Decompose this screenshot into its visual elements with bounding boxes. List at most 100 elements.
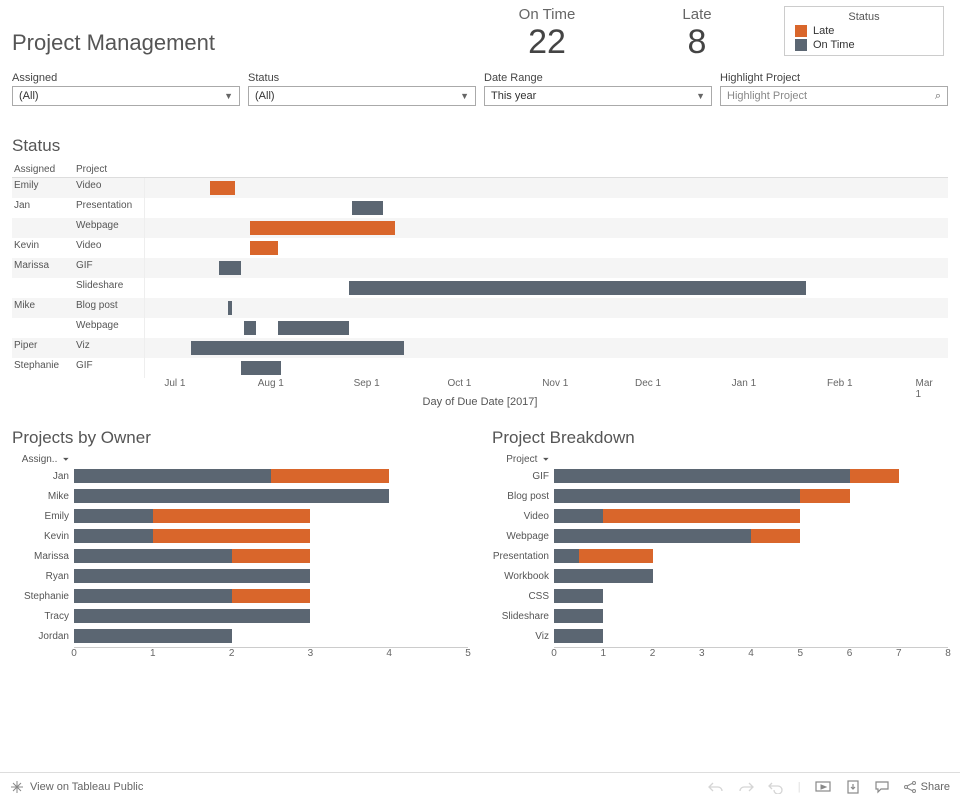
gantt-bar[interactable] bbox=[191, 341, 404, 355]
bar-segment-on-time[interactable] bbox=[74, 529, 153, 543]
legend-label-late: Late bbox=[813, 25, 834, 37]
gantt-bar[interactable] bbox=[278, 321, 349, 335]
bar-row[interactable]: Presentation bbox=[492, 547, 948, 565]
gantt-row-project: Presentation bbox=[74, 198, 144, 218]
bar-segment-late[interactable] bbox=[153, 529, 311, 543]
bar-segment-on-time[interactable] bbox=[554, 489, 800, 503]
slideshow-icon[interactable] bbox=[815, 780, 831, 794]
bar-segment-on-time[interactable] bbox=[554, 549, 579, 563]
bar-row[interactable]: CSS bbox=[492, 587, 948, 605]
gantt-row[interactable]: PiperViz bbox=[12, 338, 948, 358]
bar-category: Jan bbox=[12, 471, 74, 482]
bar-row[interactable]: Emily bbox=[12, 507, 468, 525]
bar-segment-on-time[interactable] bbox=[74, 609, 310, 623]
sort-desc-icon: ⏷ bbox=[540, 455, 549, 464]
gantt-bar[interactable] bbox=[244, 321, 256, 335]
owners-col: Assign.. ⏷ bbox=[12, 454, 74, 465]
gantt-row[interactable]: KevinVideo bbox=[12, 238, 948, 258]
bar-segment-late[interactable] bbox=[271, 469, 389, 483]
comment-icon[interactable] bbox=[875, 780, 889, 794]
bar-row[interactable]: Mike bbox=[12, 487, 468, 505]
view-on-tableau-link[interactable]: View on Tableau Public bbox=[10, 780, 143, 794]
highlight-project-search[interactable]: Highlight Project ⌕ bbox=[720, 86, 948, 106]
owners-chart[interactable]: Jan Mike Emily Kevin Marissa Ryan Stephanie Tra… bbox=[12, 467, 468, 645]
filter-daterange-dropdown[interactable]: This year ▼ bbox=[484, 86, 712, 106]
bar-segment-on-time[interactable] bbox=[74, 589, 232, 603]
bar-row[interactable]: Slideshare bbox=[492, 607, 948, 625]
gantt-bar[interactable] bbox=[250, 221, 395, 235]
bar-row[interactable]: Tracy bbox=[12, 607, 468, 625]
bar-row[interactable]: Stephanie bbox=[12, 587, 468, 605]
bar-row[interactable]: Ryan bbox=[12, 567, 468, 585]
bar-segment-on-time[interactable] bbox=[554, 629, 603, 643]
gantt-row[interactable]: MikeBlog post bbox=[12, 298, 948, 318]
gantt-bar[interactable] bbox=[228, 301, 231, 315]
reset-icon[interactable] bbox=[768, 780, 784, 794]
download-icon[interactable] bbox=[845, 780, 861, 794]
bar-segment-on-time[interactable] bbox=[74, 489, 389, 503]
bar-segment-on-time[interactable] bbox=[74, 629, 232, 643]
bar-segment-on-time[interactable] bbox=[74, 469, 271, 483]
axis-tick: Dec 1 bbox=[635, 378, 661, 389]
bar-category: CSS bbox=[492, 591, 554, 602]
legend-item-ontime[interactable]: On Time bbox=[795, 39, 933, 51]
breakdown-col: Project ⏷ bbox=[492, 454, 554, 465]
bar-row[interactable]: Jordan bbox=[12, 627, 468, 645]
bar-segment-on-time[interactable] bbox=[554, 469, 850, 483]
bar-segment-on-time[interactable] bbox=[554, 609, 603, 623]
gantt-row[interactable]: Slideshare bbox=[12, 278, 948, 298]
bar-row[interactable]: Blog post bbox=[492, 487, 948, 505]
gantt-bar[interactable] bbox=[241, 361, 281, 375]
bar-segment-late[interactable] bbox=[800, 489, 849, 503]
filter-assigned-dropdown[interactable]: (All) ▼ bbox=[12, 86, 240, 106]
axis-tick: 0 bbox=[71, 648, 77, 659]
bar-row[interactable]: Viz bbox=[492, 627, 948, 645]
gantt-chart[interactable]: Assigned Project EmilyVideoJanPresentati… bbox=[0, 162, 960, 408]
gantt-bar[interactable] bbox=[210, 181, 235, 195]
breakdown-chart[interactable]: GIF Blog post Video Webpage Presentation Work… bbox=[492, 467, 948, 645]
bar-segment-late[interactable] bbox=[850, 469, 899, 483]
gantt-row[interactable]: StephanieGIF bbox=[12, 358, 948, 378]
share-button[interactable]: Share bbox=[903, 780, 950, 794]
filter-status-dropdown[interactable]: (All) ▼ bbox=[248, 86, 476, 106]
status-legend[interactable]: Status Late On Time bbox=[784, 6, 944, 56]
kpi-late: Late 8 bbox=[622, 6, 772, 62]
bar-row[interactable]: Webpage bbox=[492, 527, 948, 545]
gantt-bar[interactable] bbox=[352, 201, 383, 215]
gantt-row-assigned bbox=[12, 278, 74, 298]
bar-row[interactable]: Marissa bbox=[12, 547, 468, 565]
bar-segment-late[interactable] bbox=[579, 549, 653, 563]
gantt-row[interactable]: MarissaGIF bbox=[12, 258, 948, 278]
bar-row[interactable]: Kevin bbox=[12, 527, 468, 545]
bar-segment-late[interactable] bbox=[751, 529, 800, 543]
bar-segment-late[interactable] bbox=[232, 549, 311, 563]
undo-icon[interactable] bbox=[708, 780, 724, 794]
bar-segment-on-time[interactable] bbox=[74, 549, 232, 563]
bar-segment-late[interactable] bbox=[603, 509, 800, 523]
bar-segment-on-time[interactable] bbox=[554, 569, 653, 583]
bar-segment-on-time[interactable] bbox=[74, 569, 310, 583]
gantt-row[interactable]: Webpage bbox=[12, 318, 948, 338]
bar-row[interactable]: Workbook bbox=[492, 567, 948, 585]
bar-row[interactable]: GIF bbox=[492, 467, 948, 485]
bar-row[interactable]: Video bbox=[492, 507, 948, 525]
gantt-bar[interactable] bbox=[250, 241, 278, 255]
bar-segment-on-time[interactable] bbox=[74, 509, 153, 523]
bar-segment-on-time[interactable] bbox=[554, 509, 603, 523]
kpi-late-value: 8 bbox=[622, 23, 772, 62]
gantt-row[interactable]: Webpage bbox=[12, 218, 948, 238]
bar-segment-late[interactable] bbox=[153, 509, 311, 523]
bar-segment-on-time[interactable] bbox=[554, 529, 751, 543]
gantt-row[interactable]: EmilyVideo bbox=[12, 178, 948, 198]
bar-segment-on-time[interactable] bbox=[554, 589, 603, 603]
legend-item-late[interactable]: Late bbox=[795, 25, 933, 37]
gantt-row[interactable]: JanPresentation bbox=[12, 198, 948, 218]
redo-icon[interactable] bbox=[738, 780, 754, 794]
bar-segment-late[interactable] bbox=[232, 589, 311, 603]
gantt-bar[interactable] bbox=[349, 281, 806, 295]
gantt-bar[interactable] bbox=[219, 261, 241, 275]
gantt-row-assigned: Emily bbox=[12, 178, 74, 198]
bar-row[interactable]: Jan bbox=[12, 467, 468, 485]
gantt-title: Status bbox=[0, 116, 960, 162]
chevron-down-icon: ▼ bbox=[224, 91, 233, 101]
